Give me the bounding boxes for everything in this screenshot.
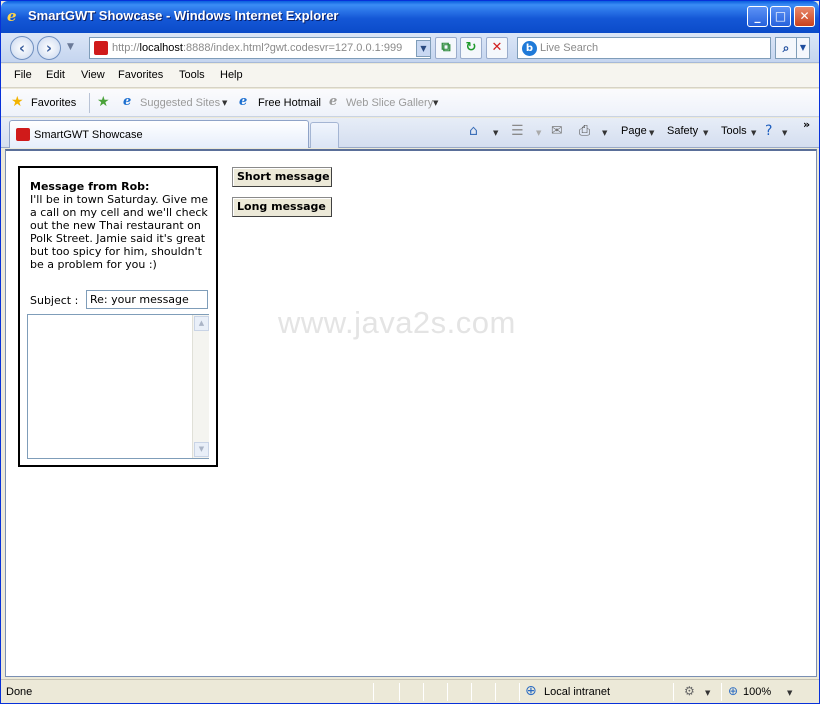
close-button[interactable]: ✕	[794, 6, 815, 27]
web-slice-icon: e	[329, 94, 338, 109]
page-menu-dropdown-icon[interactable]: ▼	[649, 129, 654, 137]
web-slice-gallery-link[interactable]: Web Slice Gallery	[346, 97, 433, 109]
tab-bar: SmartGWT Showcase ⌂ ▼ ☰ ▼ ✉ ⎙ ▼ Page ▼ S…	[1, 118, 819, 148]
add-to-favorites-icon[interactable]: ★	[97, 95, 110, 109]
maximize-button[interactable]: □	[770, 6, 791, 27]
search-input[interactable]: b Live Search	[517, 37, 771, 59]
status-divider	[399, 683, 400, 701]
status-divider	[373, 683, 374, 701]
free-hotmail-link[interactable]: Free Hotmail	[258, 97, 321, 109]
protected-mode-icon[interactable]: ⚙	[684, 684, 695, 698]
zoom-level[interactable]: 100%	[743, 686, 771, 698]
feeds-dropdown-icon[interactable]: ▼	[536, 129, 541, 137]
address-field[interactable]: http://localhost:8888/index.html?gwt.cod…	[89, 37, 431, 59]
intranet-zone-icon: ⊕	[525, 683, 537, 699]
reply-scrollbar[interactable]: ▲ ▼	[192, 315, 209, 458]
favorites-separator	[89, 93, 90, 113]
help-dropdown-icon[interactable]: ▼	[782, 129, 787, 137]
page-menu[interactable]: Page	[621, 125, 647, 137]
read-mail-icon[interactable]: ✉	[551, 123, 563, 139]
menu-view[interactable]: View	[81, 69, 105, 81]
suggested-sites-icon: e	[123, 94, 132, 109]
menu-favorites[interactable]: Favorites	[118, 69, 163, 81]
short-message-button[interactable]: Short message	[232, 167, 332, 187]
live-search-icon: b	[522, 41, 537, 56]
message-panel: Message from Rob: I'll be in town Saturd…	[18, 166, 218, 467]
url-text[interactable]: http://localhost:8888/index.html?gwt.cod…	[112, 42, 412, 54]
ie-logo-icon: e	[7, 7, 17, 25]
zoom-dropdown-icon[interactable]: ▼	[787, 689, 792, 697]
suggested-sites-dropdown-icon[interactable]: ▼	[222, 99, 227, 107]
search-options-dropdown[interactable]: ▼	[797, 37, 810, 59]
favorites-star-icon: ★	[11, 94, 24, 110]
status-divider	[519, 683, 520, 701]
tab-smartgwt-showcase[interactable]: SmartGWT Showcase	[9, 120, 309, 148]
suggested-sites-link[interactable]: Suggested Sites	[140, 97, 220, 109]
subject-label: Subject :	[30, 294, 79, 307]
new-tab-button[interactable]	[310, 122, 339, 148]
back-button[interactable]: ‹	[10, 36, 34, 60]
tools-menu[interactable]: Tools	[721, 125, 747, 137]
home-dropdown-icon[interactable]: ▼	[493, 129, 498, 137]
subject-input[interactable]	[86, 290, 208, 309]
status-divider	[673, 683, 674, 701]
watermark: www.java2s.com	[278, 305, 516, 340]
web-slice-dropdown-icon[interactable]: ▼	[433, 99, 438, 107]
reply-textarea[interactable]	[27, 314, 209, 459]
message-title: Message from Rob:	[30, 180, 150, 193]
protected-mode-dropdown-icon[interactable]: ▼	[705, 689, 710, 697]
menu-edit[interactable]: Edit	[46, 69, 65, 81]
home-icon[interactable]: ⌂	[469, 123, 478, 139]
status-text: Done	[6, 686, 33, 698]
long-message-button[interactable]: Long message	[232, 197, 332, 217]
url-scheme: http://	[112, 42, 140, 54]
status-divider	[423, 683, 424, 701]
scroll-down-icon[interactable]: ▼	[194, 442, 209, 457]
hotmail-icon: e	[239, 94, 248, 109]
security-zone[interactable]: Local intranet	[544, 686, 610, 698]
safety-menu[interactable]: Safety	[667, 125, 698, 137]
search-placeholder: Live Search	[540, 42, 599, 54]
more-commands-chevron-icon[interactable]: »	[803, 118, 810, 131]
status-divider	[721, 683, 722, 701]
url-rest: :8888/index.html?gwt.codesvr=127.0.0.1:9…	[182, 42, 403, 54]
minimize-button[interactable]: _	[747, 6, 768, 27]
tools-menu-dropdown-icon[interactable]: ▼	[751, 129, 756, 137]
search-button[interactable]: ⌕	[775, 37, 797, 59]
menu-tools[interactable]: Tools	[179, 69, 205, 81]
address-toolbar: ‹ › ▼ http://localhost:8888/index.html?g…	[1, 33, 819, 63]
refresh-button[interactable]: ↻	[460, 37, 482, 59]
compatibility-view-button[interactable]: ⧉	[435, 37, 457, 59]
message-body: I'll be in town Saturday. Give me a call…	[30, 193, 208, 271]
status-divider	[495, 683, 496, 701]
print-dropdown-icon[interactable]: ▼	[602, 129, 607, 137]
menu-help[interactable]: Help	[220, 69, 243, 81]
stop-button[interactable]: ✕	[486, 37, 508, 59]
status-divider	[471, 683, 472, 701]
page-content: Message from Rob: I'll be in town Saturd…	[5, 149, 817, 677]
zoom-icon[interactable]: ⊕	[728, 684, 738, 698]
status-divider	[447, 683, 448, 701]
safety-menu-dropdown-icon[interactable]: ▼	[703, 129, 708, 137]
favorites-bar: ★ Favorites ★ e Suggested Sites ▼ e Free…	[1, 89, 819, 117]
forward-button[interactable]: ›	[37, 36, 61, 60]
tab-label: SmartGWT Showcase	[34, 129, 143, 141]
feeds-icon[interactable]: ☰	[511, 123, 524, 139]
title-bar: e SmartGWT Showcase - Windows Internet E…	[1, 1, 819, 33]
status-bar: Done ⊕ Local intranet ⚙ ▼ ⊕ 100% ▼	[1, 679, 819, 703]
menu-bar: File Edit View Favorites Tools Help	[1, 64, 819, 88]
address-dropdown-icon[interactable]: ▼	[416, 40, 431, 57]
scroll-up-icon[interactable]: ▲	[194, 316, 209, 331]
window-title: SmartGWT Showcase - Windows Internet Exp…	[28, 8, 339, 23]
help-icon[interactable]: ?	[765, 123, 772, 139]
print-icon[interactable]: ⎙	[579, 123, 590, 139]
browser-window: e SmartGWT Showcase - Windows Internet E…	[0, 0, 820, 704]
page-favicon-icon	[94, 41, 108, 55]
recent-pages-dropdown[interactable]: ▼	[67, 42, 74, 52]
url-host: localhost	[139, 42, 183, 54]
menu-file[interactable]: File	[14, 69, 32, 81]
tab-favicon-icon	[16, 128, 30, 141]
favorites-button[interactable]: Favorites	[31, 97, 76, 109]
